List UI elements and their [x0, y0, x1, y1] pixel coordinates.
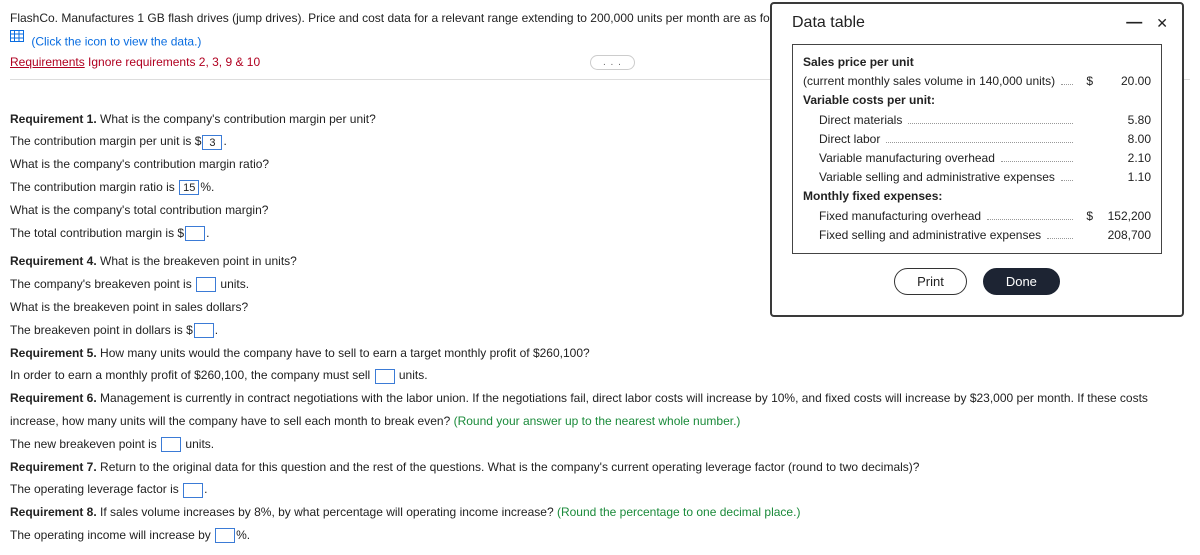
data-table-modal: Data table — ✕ Sales price per unit (cur… [770, 2, 1184, 317]
sales-price-value: 20.00 [1093, 72, 1151, 91]
req5-heading: Requirement 5. [10, 346, 97, 360]
close-icon[interactable]: ✕ [1156, 15, 1168, 32]
req8-hint: (Round the percentage to one decimal pla… [557, 505, 801, 519]
target-profit-units-input[interactable] [375, 369, 395, 384]
req1b-answer-pre: The contribution margin ratio is [10, 180, 178, 194]
req4b-answer-pre: The breakeven point in dollars is $ [10, 323, 193, 337]
requirements-link[interactable]: Requirements [10, 55, 85, 69]
req1c-answer-post: . [206, 226, 209, 240]
req7-heading: Requirement 7. [10, 460, 97, 474]
fixed-sell-admin-value: 208,700 [1093, 226, 1151, 245]
req1-answer-post: . [223, 134, 226, 148]
req7-question: Return to the original data for this que… [100, 460, 919, 474]
more-menu[interactable]: . . . [590, 55, 635, 70]
req4-question: What is the breakeven point in units? [100, 254, 297, 268]
breakeven-dollars-input[interactable] [194, 323, 214, 338]
req8-heading: Requirement 8. [10, 505, 97, 519]
var-sell-admin-value: 1.10 [1093, 168, 1151, 187]
print-button[interactable]: Print [894, 268, 967, 295]
new-breakeven-input[interactable] [161, 437, 181, 452]
req1-heading: Requirement 1. [10, 112, 97, 126]
view-data-link[interactable]: (Click the icon to view the data.) [31, 35, 201, 49]
var-mfg-overhead-value: 2.10 [1093, 149, 1151, 168]
sales-header: Sales price per unit [803, 53, 914, 72]
req5-answer-post: units. [396, 368, 428, 382]
minimize-icon[interactable]: — [1126, 14, 1142, 32]
fixed-mfg-overhead-value: 152,200 [1093, 207, 1151, 226]
req7-answer-pre: The operating leverage factor is [10, 482, 182, 496]
ignore-note: Ignore requirements 2, 3, 9 & 10 [88, 55, 260, 69]
direct-materials-label: Direct materials [803, 111, 902, 130]
table-icon[interactable] [10, 28, 24, 48]
direct-labor-label: Direct labor [803, 130, 880, 149]
req1c-answer-pre: The total contribution margin is $ [10, 226, 184, 240]
cm-ratio-input[interactable]: 15 [179, 180, 199, 195]
req4-answer-pre: The company's breakeven point is [10, 277, 195, 291]
var-sell-admin-label: Variable selling and administrative expe… [803, 168, 1055, 187]
req8-question: If sales volume increases by 8%, by what… [100, 505, 557, 519]
op-income-increase-input[interactable] [215, 528, 235, 543]
cm-per-unit-input[interactable]: 3 [202, 135, 222, 150]
req4-heading: Requirement 4. [10, 254, 97, 268]
done-button[interactable]: Done [983, 268, 1060, 295]
direct-labor-value: 8.00 [1093, 130, 1151, 149]
req6-answer-post: units. [182, 437, 214, 451]
req1-question: What is the company's contribution margi… [100, 112, 376, 126]
total-cm-input[interactable] [185, 226, 205, 241]
fixed-mfg-currency: $ [1079, 207, 1093, 226]
modal-title: Data table [792, 14, 865, 32]
req1-answer-pre: The contribution margin per unit is $ [10, 134, 201, 148]
req4-answer-post: units. [217, 277, 249, 291]
req4b-answer-post: . [215, 323, 218, 337]
var-cost-header: Variable costs per unit: [803, 91, 935, 110]
req5-question: How many units would the company have to… [100, 346, 590, 360]
req6-hint: (Round your answer up to the nearest who… [454, 414, 741, 428]
req6-heading: Requirement 6. [10, 391, 97, 405]
var-mfg-overhead-label: Variable manufacturing overhead [803, 149, 995, 168]
req5-answer-pre: In order to earn a monthly profit of $26… [10, 368, 374, 382]
req1b-answer-post: %. [200, 180, 214, 194]
breakeven-units-input[interactable] [196, 277, 216, 292]
fixed-mfg-overhead-label: Fixed manufacturing overhead [803, 207, 981, 226]
data-table: Sales price per unit (current monthly sa… [792, 44, 1162, 254]
fixed-exp-header: Monthly fixed expenses: [803, 187, 942, 206]
fixed-sell-admin-label: Fixed selling and administrative expense… [803, 226, 1041, 245]
req6-answer-pre: The new breakeven point is [10, 437, 160, 451]
direct-materials-value: 5.80 [1093, 111, 1151, 130]
req7-answer-post: . [204, 482, 207, 496]
op-leverage-input[interactable] [183, 483, 203, 498]
sales-volume-label: (current monthly sales volume in 140,000… [803, 72, 1055, 91]
sales-currency: $ [1079, 72, 1093, 91]
